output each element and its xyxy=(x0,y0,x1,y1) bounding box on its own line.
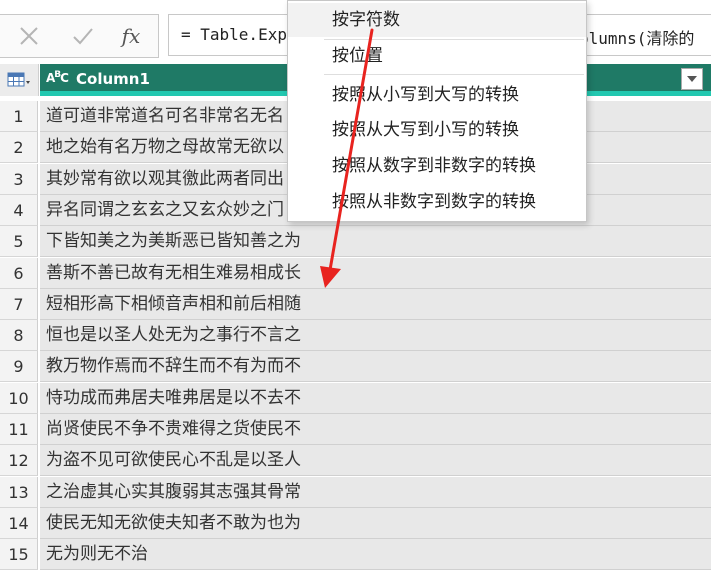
row-number: 1 xyxy=(0,101,38,132)
table-cell[interactable]: 恃功成而弗居夫唯弗居是以不去不 xyxy=(40,382,711,414)
table-row[interactable]: 5 下皆知美之为美斯恶已皆知善之为 xyxy=(0,226,711,258)
table-row[interactable]: 11 尚贤使民不争不贵难得之货使民不 xyxy=(0,414,711,445)
menu-separator xyxy=(324,74,584,75)
row-number: 10 xyxy=(0,382,38,414)
row-number: 14 xyxy=(0,507,38,539)
row-number: 8 xyxy=(0,320,38,352)
table-cell[interactable]: 恒也是以圣人处无为之事行不言之 xyxy=(40,320,711,352)
menu-item-by-char-count[interactable]: 按字符数 xyxy=(288,3,586,37)
menu-item-lower-to-upper[interactable]: 按照从小写到大写的转换 xyxy=(288,78,586,112)
cancel-x-icon[interactable] xyxy=(8,15,50,57)
table-cell[interactable]: 尚贤使民不争不贵难得之货使民不 xyxy=(40,414,711,445)
formula-text-end: olumns(清除的 xyxy=(579,29,695,48)
row-number: 5 xyxy=(0,226,38,258)
table-row[interactable]: 14 使民无知无欲使夫知者不敢为也为 xyxy=(0,507,711,539)
table-cell[interactable]: 下皆知美之为美斯恶已皆知善之为 xyxy=(40,226,711,258)
row-number: 2 xyxy=(0,132,38,164)
menu-item-by-position[interactable]: 按位置 xyxy=(288,39,586,73)
menu-item-upper-to-lower[interactable]: 按照从大写到小写的转换 xyxy=(288,113,586,147)
table-row[interactable]: 6 善斯不善已故有无相生难易相成长 xyxy=(0,257,711,289)
table-row[interactable]: 9 教万物作焉而不辞生而不有为而不 xyxy=(0,351,711,383)
row-number: 9 xyxy=(0,351,38,383)
row-number: 6 xyxy=(0,257,38,289)
fx-label: fx xyxy=(121,24,141,48)
row-number: 11 xyxy=(0,414,38,445)
table-cell[interactable]: 使民无知无欲使夫知者不敢为也为 xyxy=(40,507,711,539)
formula-buttons: fx xyxy=(0,14,159,58)
table-row[interactable]: 13 之治虚其心实其腹弱其志强其骨常 xyxy=(0,476,711,508)
formula-text-start: = Table.Exp xyxy=(181,25,287,44)
menu-item-nondigit-to-digit[interactable]: 按照从非数字到数字的转换 xyxy=(288,185,586,219)
fx-icon[interactable]: fx xyxy=(110,15,152,57)
table-row[interactable]: 15 无为则无不治 xyxy=(0,539,711,571)
table-row[interactable]: 8 恒也是以圣人处无为之事行不言之 xyxy=(0,320,711,352)
column-title: Column1 xyxy=(76,70,150,88)
table-cell[interactable]: 为盗不见可欲使民心不乱是以圣人 xyxy=(40,445,711,477)
table-cell[interactable]: 无为则无不治 xyxy=(40,539,711,571)
table-row[interactable]: 12 为盗不见可欲使民心不乱是以圣人 xyxy=(0,445,711,477)
menu-item-digit-to-nondigit[interactable]: 按照从数字到非数字的转换 xyxy=(288,149,586,183)
row-number: 4 xyxy=(0,194,38,226)
row-number: 12 xyxy=(0,445,38,477)
row-number: 15 xyxy=(0,539,38,571)
row-number: 7 xyxy=(0,288,38,320)
table-cell[interactable]: 教万物作焉而不辞生而不有为而不 xyxy=(40,351,711,383)
split-column-menu: 按字符数 按位置 按照从小写到大写的转换 按照从大写到小写的转换 按照从数字到非… xyxy=(287,0,587,222)
text-type-icon[interactable]: ABC xyxy=(46,70,69,85)
confirm-check-icon[interactable] xyxy=(62,15,104,57)
table-row[interactable]: 10 恃功成而弗居夫唯弗居是以不去不 xyxy=(0,382,711,414)
table-row[interactable]: 7 短相形高下相倾音声相和前后相随 xyxy=(0,288,711,320)
table-menu-icon[interactable] xyxy=(0,64,39,96)
table-cell[interactable]: 善斯不善已故有无相生难易相成长 xyxy=(40,257,711,289)
row-number: 13 xyxy=(0,476,38,508)
table-cell[interactable]: 短相形高下相倾音声相和前后相随 xyxy=(40,288,711,320)
table-cell[interactable]: 之治虚其心实其腹弱其志强其骨常 xyxy=(40,476,711,508)
filter-dropdown-icon[interactable] xyxy=(681,68,703,90)
row-number: 3 xyxy=(0,163,38,195)
